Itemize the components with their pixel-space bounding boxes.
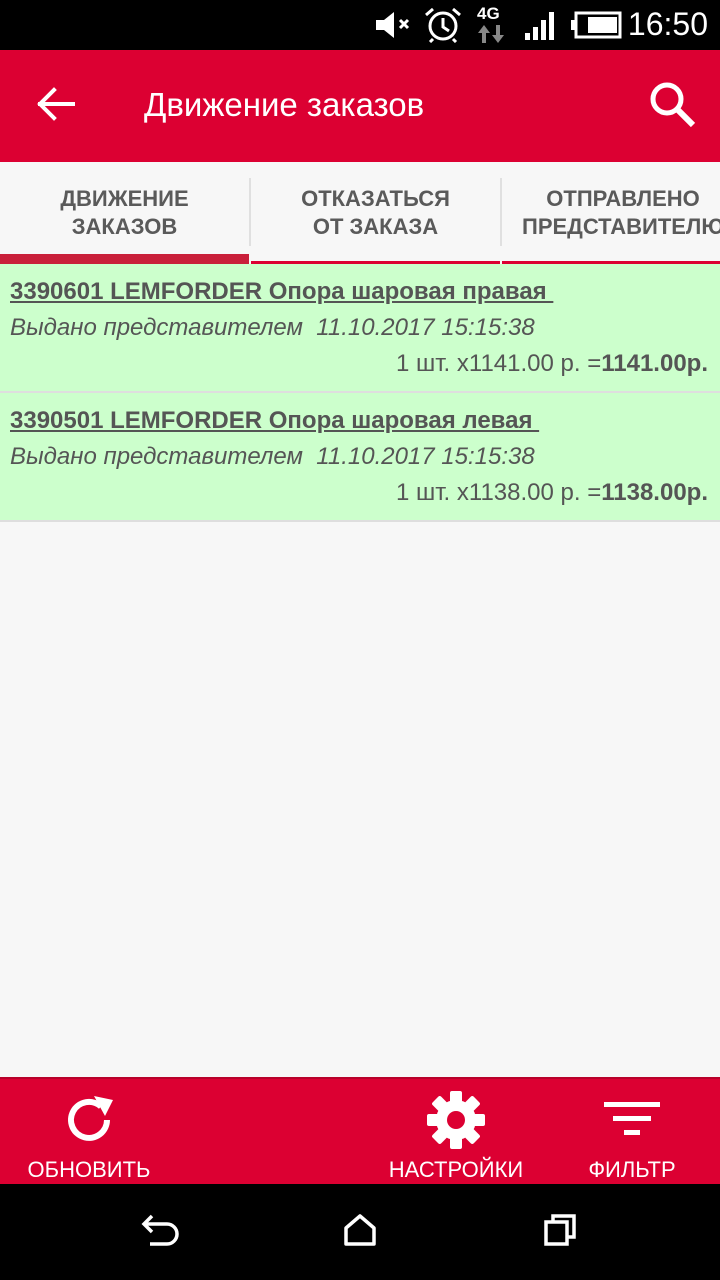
order-total: 1138.00р.	[601, 479, 708, 506]
order-status: Выдано представителем 11.10.2017 15:15:3…	[10, 443, 535, 470]
settings-label: НАСТРОЙКИ	[388, 1157, 524, 1182]
order-qty-price: 1 шт. x1141.00 р. =	[395, 350, 602, 377]
nav-home-button[interactable]	[330, 1204, 390, 1260]
filter-icon	[601, 1089, 663, 1151]
status-bar: 4G 16:50	[0, 0, 720, 50]
battery-icon	[570, 9, 622, 41]
signal-icon	[524, 9, 558, 41]
order-title-link[interactable]: 3390501 LEMFORDER Опора шаровая левая	[10, 407, 539, 435]
order-list: 3390601 LEMFORDER Опора шаровая правая В…	[0, 264, 720, 522]
order-price: 1 шт. x1138.00 р. =1138.00р.	[396, 479, 708, 507]
nav-recents-icon	[543, 1213, 577, 1252]
order-title-link[interactable]: 3390601 LEMFORDER Опора шаровая правая	[10, 278, 553, 306]
tab-label: ОТКАЗАТЬСЯ ОТ ЗАКАЗА	[301, 186, 450, 239]
tab-order-movement[interactable]: ДВИЖЕНИЕ ЗАКАЗОВ	[0, 162, 249, 264]
tab-indicator	[0, 254, 249, 264]
order-total: 1141.00р.	[601, 350, 708, 377]
tab-sent-to-representative[interactable]: ОТПРАВЛЕНО ПРЕДСТАВИТЕЛЮ	[502, 162, 720, 264]
settings-button[interactable]: НАСТРОЙКИ	[376, 1079, 536, 1186]
system-nav-bar	[0, 1184, 720, 1280]
bottom-toolbar: ОБНОВИТЬ НАСТРОЙКИ ФИЛЬТР	[0, 1077, 720, 1184]
tab-bar: ДВИЖЕНИЕ ЗАКАЗОВ ОТКАЗАТЬСЯ ОТ ЗАКАЗА ОТ…	[0, 162, 720, 264]
network-4g-icon: 4G	[477, 4, 500, 23]
data-arrows-icon	[476, 24, 506, 44]
tab-cancel-order[interactable]: ОТКАЗАТЬСЯ ОТ ЗАКАЗА	[251, 162, 500, 264]
arrow-back-icon	[37, 86, 75, 126]
nav-back-button[interactable]	[130, 1204, 190, 1260]
nav-home-icon	[343, 1213, 377, 1252]
order-qty-price: 1 шт. x1138.00 р. =	[395, 479, 602, 506]
alarm-icon	[423, 7, 463, 43]
refresh-icon	[58, 1089, 120, 1151]
mute-icon	[374, 9, 416, 41]
refresh-button[interactable]: ОБНОВИТЬ	[10, 1079, 168, 1186]
app-bar: Движение заказов	[0, 50, 720, 162]
nav-recents-button[interactable]	[530, 1204, 590, 1260]
filter-label: ФИЛЬТР	[588, 1157, 676, 1182]
list-item[interactable]: 3390601 LEMFORDER Опора шаровая правая В…	[0, 264, 720, 393]
page-title: Движение заказов	[144, 86, 425, 123]
order-status: Выдано представителем 11.10.2017 15:15:3…	[10, 314, 535, 341]
nav-back-icon	[140, 1213, 180, 1252]
refresh-label: ОБНОВИТЬ	[27, 1157, 151, 1182]
tab-label: ОТПРАВЛЕНО ПРЕДСТАВИТЕЛЮ	[522, 186, 720, 239]
filter-button[interactable]: ФИЛЬТР	[572, 1079, 692, 1186]
order-price: 1 шт. x1141.00 р. =1141.00р.	[396, 350, 708, 378]
status-time: 16:50	[627, 6, 708, 42]
search-button[interactable]	[638, 72, 706, 140]
back-button[interactable]	[22, 72, 90, 140]
tab-label: ДВИЖЕНИЕ ЗАКАЗОВ	[60, 186, 189, 239]
search-icon	[648, 80, 696, 133]
gear-icon	[425, 1089, 487, 1151]
list-item[interactable]: 3390501 LEMFORDER Опора шаровая левая Вы…	[0, 393, 720, 522]
